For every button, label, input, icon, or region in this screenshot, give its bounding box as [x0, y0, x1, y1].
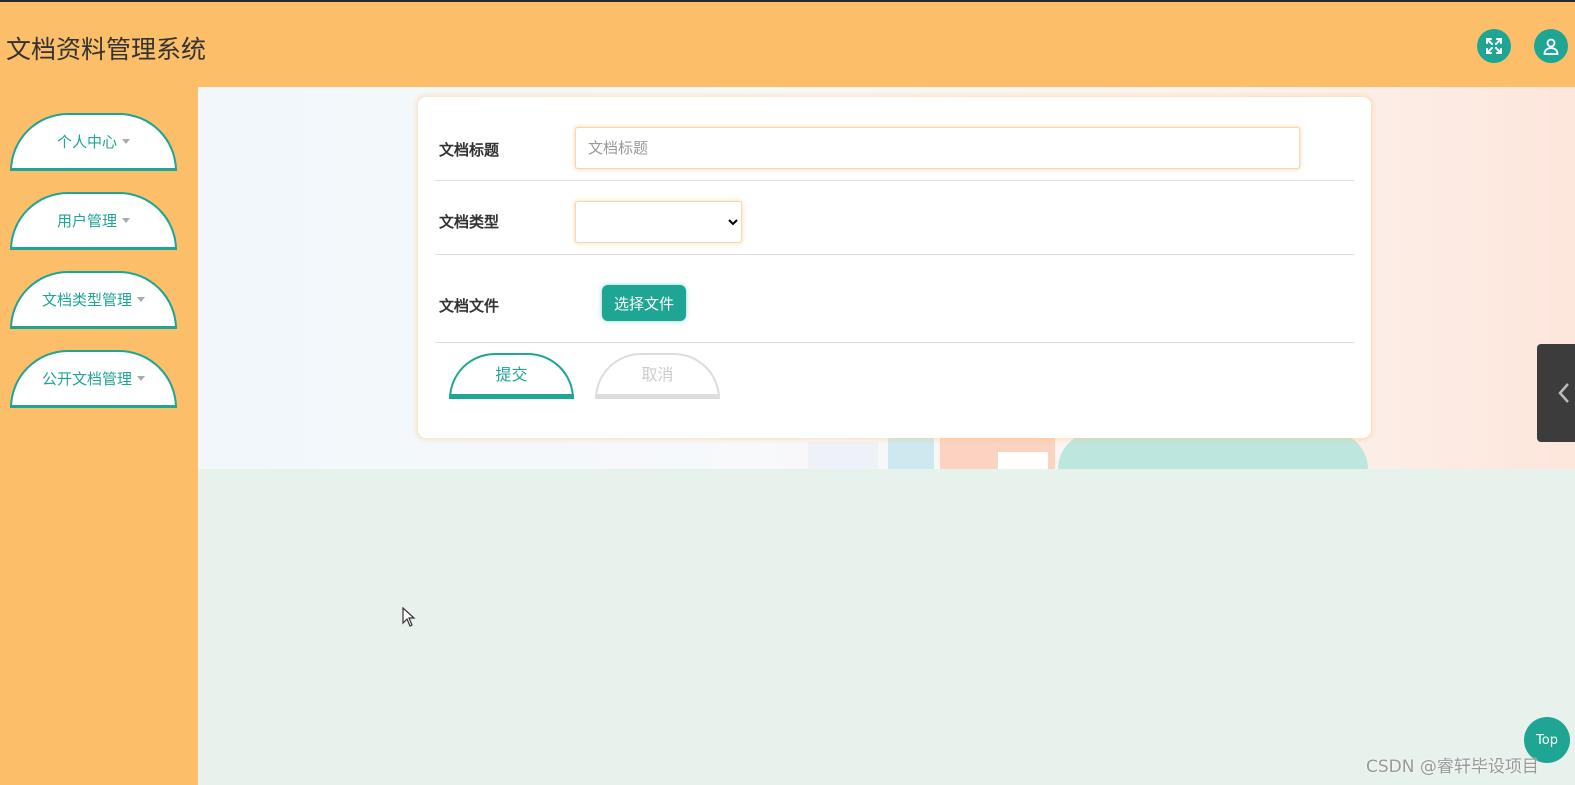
- form-row-type: 文档类型: [435, 181, 1354, 255]
- sidebar: 个人中心 用户管理 文档类型管理 公开文档管理: [0, 87, 198, 785]
- fullscreen-icon[interactable]: [1477, 29, 1511, 63]
- title-label: 文档标题: [439, 141, 500, 159]
- top-header: 文档资料管理系统: [0, 0, 1575, 87]
- form-row-file: 文档文件 选择文件: [435, 255, 1354, 343]
- caret-down-icon: [122, 218, 130, 223]
- decoration: [808, 442, 878, 469]
- caret-down-icon: [122, 139, 130, 144]
- sidebar-item-user-management[interactable]: 用户管理: [10, 192, 177, 250]
- decoration: [888, 437, 934, 469]
- decoration: [998, 452, 1048, 469]
- sidebar-item-personal-center[interactable]: 个人中心: [10, 113, 177, 171]
- title-input[interactable]: [575, 127, 1300, 169]
- user-icon[interactable]: [1534, 29, 1568, 63]
- type-select[interactable]: [575, 201, 742, 243]
- caret-down-icon: [137, 297, 145, 302]
- sidebar-item-public-doc-management[interactable]: 公开文档管理: [10, 350, 177, 408]
- sidebar-item-label: 个人中心: [56, 133, 117, 151]
- watermark: CSDN @睿轩毕设项目: [1366, 757, 1539, 777]
- sidebar-item-label: 文档类型管理: [41, 291, 132, 309]
- sidebar-item-doc-type-management[interactable]: 文档类型管理: [10, 271, 177, 329]
- side-panel-toggle[interactable]: [1537, 344, 1575, 442]
- form-row-title: 文档标题: [435, 107, 1354, 181]
- caret-down-icon: [137, 376, 145, 381]
- app-title: 文档资料管理系统: [6, 35, 207, 64]
- type-label: 文档类型: [439, 213, 500, 231]
- choose-file-button[interactable]: 选择文件: [602, 285, 686, 321]
- chevron-left-icon: [1558, 383, 1569, 403]
- sidebar-item-label: 公开文档管理: [41, 370, 132, 388]
- file-label: 文档文件: [439, 297, 500, 315]
- mouse-cursor-icon: [402, 607, 416, 627]
- sidebar-item-label: 用户管理: [56, 212, 117, 230]
